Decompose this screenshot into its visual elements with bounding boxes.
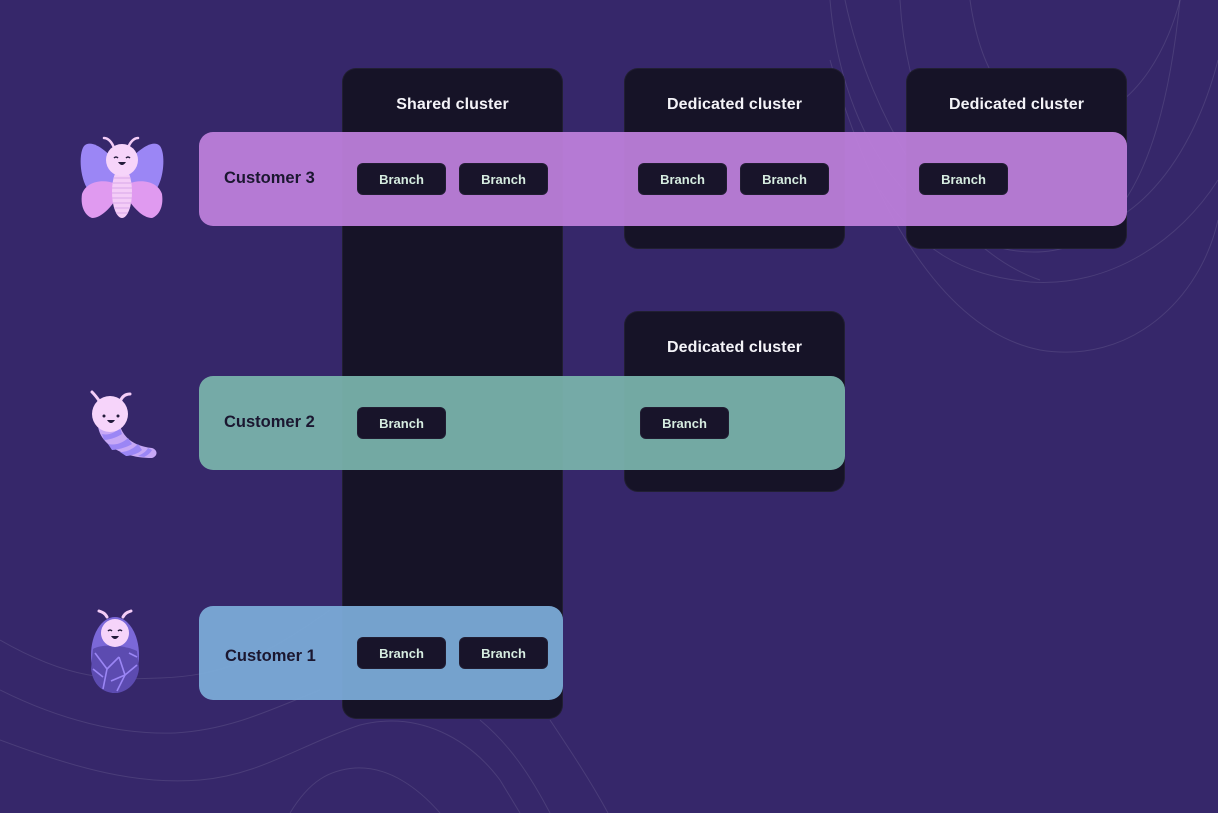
branch-button[interactable]: Branch <box>919 163 1008 195</box>
butterfly-icon <box>80 136 164 218</box>
cluster-title: Dedicated cluster <box>666 339 803 356</box>
customer-1-label: Customer 1 <box>225 647 316 665</box>
branch-button[interactable]: Branch <box>357 163 446 195</box>
cluster-title: Dedicated cluster <box>666 96 803 113</box>
branch-button[interactable]: Branch <box>357 637 446 669</box>
branch-button[interactable]: Branch <box>640 407 729 439</box>
caterpillar-icon <box>90 390 157 458</box>
customer-3-label: Customer 3 <box>224 169 315 187</box>
customer-2-label: Customer 2 <box>224 413 315 431</box>
cluster-title: Shared cluster <box>396 96 509 113</box>
branch-button[interactable]: Branch <box>740 163 829 195</box>
branch-button[interactable]: Branch <box>638 163 727 195</box>
cluster-title: Dedicated cluster <box>948 96 1085 113</box>
branch-button[interactable]: Branch <box>459 163 548 195</box>
cocoon-icon <box>91 609 139 693</box>
branch-button[interactable]: Branch <box>459 637 548 669</box>
branch-button[interactable]: Branch <box>357 407 446 439</box>
